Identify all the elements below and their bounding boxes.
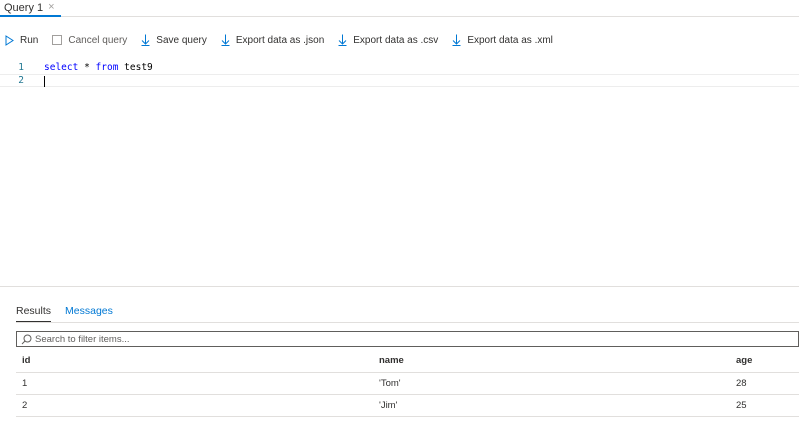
export-csv-button[interactable]: Export data as .csv [338,34,438,46]
filter-box [16,331,799,347]
cell-name: 'Jim' [373,394,730,417]
search-icon [21,334,32,344]
cell-name: 'Tom' [373,372,730,395]
search-input[interactable] [35,333,775,345]
keyword-select: select [44,62,79,73]
results-table: id name age 1 'Tom' 28 2 'Jim' 25 [16,350,799,417]
column-header-name[interactable]: name [373,350,730,373]
export-csv-label: Export data as .csv [353,34,439,46]
editor-line: 1 select * from test9 [0,61,799,74]
query-toolbar: Run Cancel query Save query Export data … [0,30,567,50]
keyword-from: from [95,62,119,73]
cancel-query-button[interactable]: Cancel query [52,35,127,46]
tab-strip: Query 1 × [0,0,799,17]
run-label: Run [20,34,39,46]
column-header-id[interactable]: id [16,350,373,373]
cell-id: 2 [16,394,373,417]
save-query-label: Save query [156,34,207,46]
export-json-label: Export data as .json [235,34,325,46]
divider [16,322,799,323]
stop-icon [52,35,63,45]
run-button[interactable]: Run [5,35,38,46]
export-json-button[interactable]: Export data as .json [221,34,324,46]
column-header-age[interactable]: age [730,350,799,373]
tab-query-1[interactable]: Query 1 × [0,0,61,17]
cell-age: 28 [730,372,799,395]
table-row[interactable]: 1 'Tom' 28 [16,372,799,395]
operator-star: * [84,62,90,73]
results-tab-bar: Results Messages [16,305,113,323]
line-number: 2 [18,75,24,86]
table-header-row: id name age [16,350,799,373]
download-icon [141,34,150,46]
export-xml-label: Export data as .xml [467,34,553,46]
query-editor[interactable]: 1 select * from test9 2 [0,61,799,287]
save-query-button[interactable]: Save query [141,34,207,46]
download-icon [452,34,461,46]
editor-line-current: 2 [0,74,799,87]
play-icon [5,34,14,46]
cell-id: 1 [16,372,373,395]
text-cursor [44,76,45,87]
cell-age: 25 [730,394,799,417]
table-row[interactable]: 2 'Jim' 25 [16,394,799,417]
download-icon [338,34,347,46]
table-identifier: test9 [124,62,153,73]
line-number: 1 [18,62,24,73]
tab-label: Query 1 [4,1,44,14]
close-icon[interactable]: × [48,2,54,13]
cancel-query-label: Cancel query [68,34,128,46]
download-icon [221,34,230,46]
export-xml-button[interactable]: Export data as .xml [452,34,553,46]
tab-messages[interactable]: Messages [65,305,113,323]
code-text: select * from test9 [44,62,153,73]
tab-results[interactable]: Results [16,305,52,323]
